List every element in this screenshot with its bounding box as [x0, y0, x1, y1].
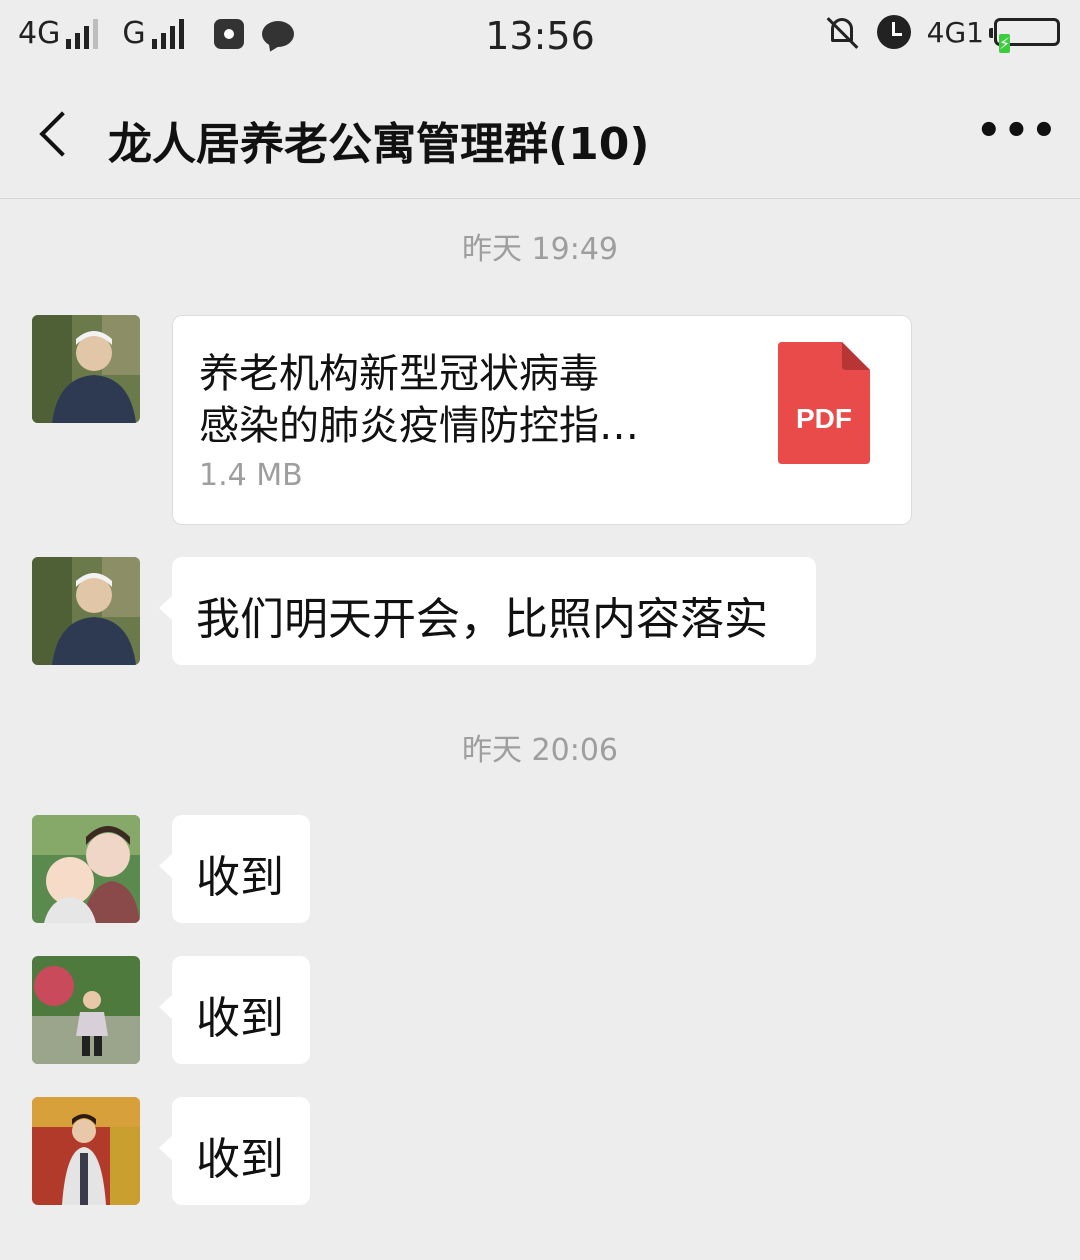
back-arrow-icon[interactable] — [28, 100, 88, 170]
message-text: 收到 — [196, 852, 284, 903]
message-text: 我们明天开会，比照内容落实 — [196, 594, 768, 645]
more-options-icon[interactable]: ••• — [976, 111, 1057, 156]
avatar[interactable] — [32, 315, 140, 423]
avatar[interactable] — [32, 557, 140, 665]
file-message-card[interactable]: 养老机构新型冠状病毒 感染的肺炎疫情防控指… 1.4 MB PDF — [172, 315, 912, 525]
text-message-bubble[interactable]: 我们明天开会，比照内容落实 — [159, 557, 816, 665]
message-text: 收到 — [196, 1134, 284, 1185]
alarm-icon — [876, 15, 911, 49]
battery-fill: ⚡ — [999, 34, 1011, 53]
file-name: 养老机构新型冠状病毒 感染的肺炎疫情防控指… — [199, 348, 739, 452]
message-timestamp: 昨天 20:06 — [462, 733, 618, 768]
avatar[interactable] — [32, 815, 140, 923]
avatar[interactable] — [32, 1097, 140, 1205]
text-message-bubble[interactable]: 收到 — [159, 815, 310, 923]
text-message-bubble[interactable]: 收到 — [159, 956, 310, 1064]
network-label-3: 4G1 — [926, 15, 984, 49]
chat-title: 龙人居养老公寓管理群(10) — [108, 119, 650, 170]
chat-header: 龙人居养老公寓管理群(10) ••• — [0, 76, 1080, 199]
status-bar: 4G G 13:56 4G1 ⚡ — [0, 0, 1080, 76]
avatar[interactable] — [32, 956, 140, 1064]
mute-icon — [825, 14, 859, 50]
pdf-file-icon: PDF — [778, 342, 870, 464]
file-size: 1.4 MB — [199, 458, 303, 493]
message-timestamp: 昨天 19:49 — [462, 232, 618, 267]
battery-icon: ⚡ — [989, 18, 1060, 53]
text-message-bubble[interactable]: 收到 — [159, 1097, 310, 1205]
pdf-type-label: PDF — [796, 403, 852, 434]
status-right: 4G1 ⚡ — [825, 14, 1060, 53]
file-name-line-2: 感染的肺炎疫情防控指… — [199, 403, 639, 449]
file-name-line-1: 养老机构新型冠状病毒 — [199, 351, 599, 397]
message-text: 收到 — [196, 993, 284, 1044]
